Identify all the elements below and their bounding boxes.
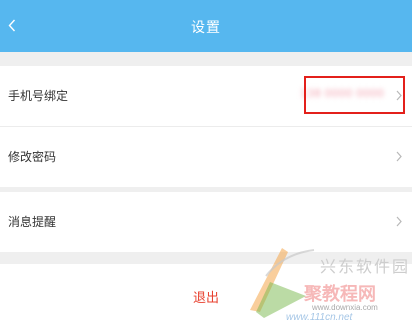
top-bar: 设置 [0,0,412,52]
notifications-row[interactable]: 消息提醒 [0,192,412,252]
phone-binding-label: 手机号绑定 [8,89,69,103]
bound-phone-number: 138 0000 0000 [300,87,384,100]
account-section: 手机号绑定 138 0000 0000 修改密码 [0,66,412,187]
notifications-label: 消息提醒 [8,215,57,229]
chevron-right-icon [396,216,402,227]
chevron-right-icon [396,151,402,162]
logout-label: 退出 [193,291,220,306]
change-password-row[interactable]: 修改密码 [0,126,412,187]
change-password-label: 修改密码 [8,150,57,164]
logout-button[interactable]: 退出 [0,264,412,326]
page-title: 设置 [191,20,221,36]
chevron-right-icon [396,90,402,101]
notification-section: 消息提醒 [0,192,412,252]
phone-binding-row[interactable]: 手机号绑定 138 0000 0000 [0,66,412,126]
